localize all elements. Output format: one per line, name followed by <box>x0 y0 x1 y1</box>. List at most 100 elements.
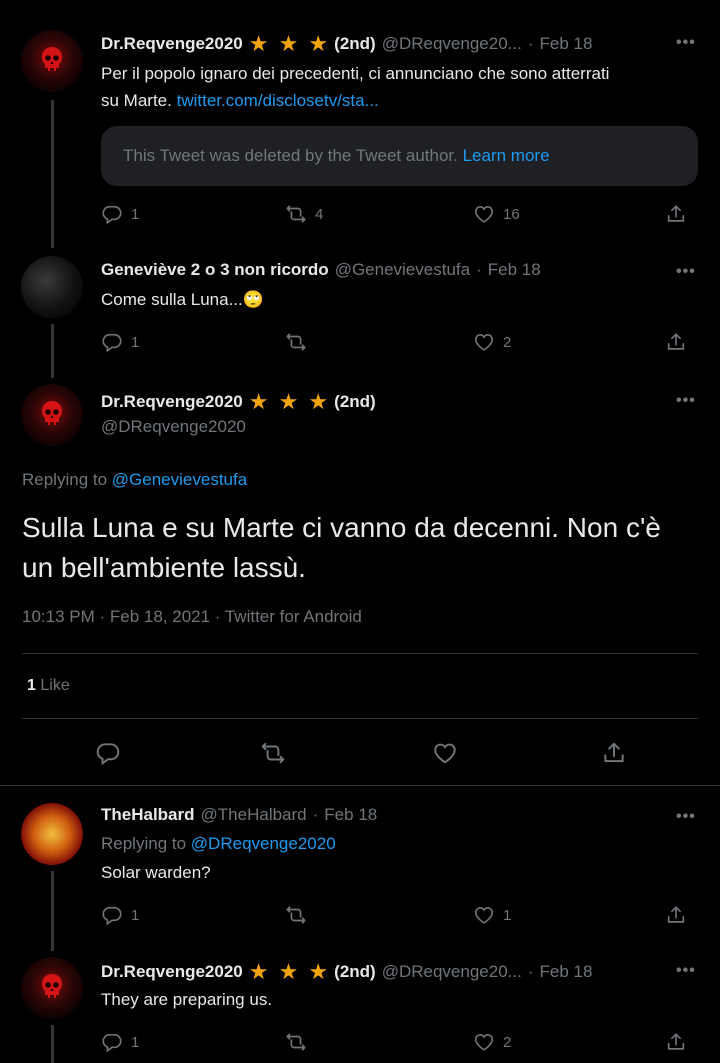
tweet-date[interactable]: Feb 18 <box>540 962 593 982</box>
divider <box>22 653 698 654</box>
retweet-icon <box>260 740 286 766</box>
replying-to-label: Replying to <box>101 834 187 853</box>
reply-icon <box>101 904 123 926</box>
avatar[interactable] <box>21 256 83 318</box>
separator-dot: · <box>312 805 319 824</box>
retweet-icon <box>285 203 307 225</box>
reply-button[interactable] <box>95 740 121 766</box>
like-button[interactable]: 2 <box>473 1031 511 1053</box>
main-tweet-header: Dr.Reqvenge2020 ★ ★ ★ (2nd) <box>101 389 376 415</box>
tweet-date[interactable]: Feb 18 <box>488 260 541 280</box>
author-name[interactable]: Dr.Reqvenge2020 <box>101 34 243 54</box>
divider <box>0 785 720 786</box>
share-icon <box>665 904 687 926</box>
author-handle[interactable]: @DReqvenge20... <box>382 962 522 982</box>
more-options-icon[interactable]: ••• <box>676 392 696 410</box>
replying-to-handle[interactable]: @DReqvenge2020 <box>191 834 336 853</box>
reply-button[interactable]: 1 <box>101 331 139 353</box>
share-button[interactable] <box>601 740 627 766</box>
avatar[interactable] <box>21 30 83 92</box>
share-icon <box>665 331 687 353</box>
author-handle[interactable]: @Genevievestufa <box>335 260 470 280</box>
skull-avatar-icon <box>40 400 64 428</box>
thread-line <box>51 1025 54 1063</box>
more-options-icon[interactable]: ••• <box>676 263 696 281</box>
retweet-count: 4 <box>315 205 324 223</box>
thread-line <box>51 324 54 378</box>
author-name[interactable]: Dr.Reqvenge2020 <box>101 392 243 412</box>
replying-to: Replying to @Genevievestufa <box>22 470 247 490</box>
tweet-actions: 1 4 16 <box>101 202 701 226</box>
retweet-button[interactable] <box>285 1031 307 1053</box>
thread-line <box>51 871 54 951</box>
reply-icon <box>95 740 121 766</box>
like-button[interactable]: 1 <box>473 904 511 926</box>
share-button[interactable] <box>665 904 687 926</box>
separator-dot: · <box>527 962 534 981</box>
more-options-icon[interactable]: ••• <box>676 808 696 826</box>
author-handle[interactable]: @DReqvenge20... <box>382 34 522 54</box>
author-name[interactable]: TheHalbard <box>101 805 195 825</box>
deleted-notice: This Tweet was deleted by the Tweet auth… <box>123 146 458 165</box>
thread-line <box>51 100 54 248</box>
main-tweet-text: Sulla Luna e su Marte ci vanno da decenn… <box>22 512 661 583</box>
more-options-icon[interactable]: ••• <box>676 962 696 980</box>
reply-button[interactable]: 1 <box>101 1031 139 1053</box>
reply-icon <box>101 331 123 353</box>
share-button[interactable] <box>665 203 687 225</box>
share-button[interactable] <box>665 1031 687 1053</box>
reply-button[interactable]: 1 <box>101 904 139 926</box>
like-button[interactable]: 2 <box>473 331 511 353</box>
tweet-actions: 1 1 <box>101 903 701 927</box>
tweet-link[interactable]: twitter.com/disclosetv/sta... <box>177 91 379 110</box>
like-button[interactable]: 16 <box>473 203 520 225</box>
share-button[interactable] <box>665 331 687 353</box>
author-handle[interactable]: @DReqvenge2020 <box>101 417 246 437</box>
likes-count: 1 <box>27 677 36 694</box>
author-name[interactable]: Geneviève 2 o 3 non ricordo <box>101 260 329 280</box>
tweet-header: Dr.Reqvenge2020 ★ ★ ★ (2nd) @DReqvenge20… <box>101 959 592 985</box>
skull-avatar-icon <box>40 46 64 74</box>
avatar[interactable] <box>21 957 83 1019</box>
like-icon <box>473 331 495 353</box>
tweet-actions: 1 2 <box>101 1030 701 1054</box>
tweet-header: TheHalbard @TheHalbard · Feb 18 <box>101 805 377 825</box>
author-handle[interactable]: @TheHalbard <box>201 805 307 825</box>
separator-dot: · <box>527 34 534 53</box>
likes-summary[interactable]: 1 Like <box>27 677 70 695</box>
replying-to-label: Replying to <box>22 470 108 489</box>
reply-button[interactable]: 1 <box>101 203 139 225</box>
tweet-date[interactable]: Feb 18 <box>540 34 593 54</box>
tweet-text-fragment: su Marte. <box>101 91 172 110</box>
like-icon <box>473 904 495 926</box>
share-icon <box>665 1031 687 1053</box>
reply-count: 1 <box>131 1033 140 1051</box>
like-count: 16 <box>503 205 520 223</box>
more-options-icon[interactable]: ••• <box>676 34 696 52</box>
replying-to-handle[interactable]: @Genevievestufa <box>112 470 247 489</box>
likes-label: Like <box>40 677 70 694</box>
retweet-button[interactable] <box>285 331 307 353</box>
retweet-button[interactable]: 4 <box>285 203 323 225</box>
retweet-button[interactable] <box>260 740 286 766</box>
tweet-text-line: su Marte. twitter.com/disclosetv/sta... <box>101 87 701 114</box>
tweet-actions: 1 2 <box>101 330 701 354</box>
retweet-icon <box>285 1031 307 1053</box>
retweet-button[interactable] <box>285 904 307 926</box>
tweet-text: Solar warden? <box>101 863 211 882</box>
avatar[interactable] <box>21 384 83 446</box>
separator-dot: · <box>476 260 482 279</box>
tweet-date[interactable]: Feb 18 <box>324 805 377 825</box>
deleted-quote-card: This Tweet was deleted by the Tweet auth… <box>101 126 698 186</box>
stars-icon: ★ ★ ★ <box>248 389 331 414</box>
like-count: 1 <box>503 906 512 924</box>
learn-more-link[interactable]: Learn more <box>463 146 550 166</box>
badge: (2nd) <box>334 34 376 53</box>
tweet-text: They are preparing us. <box>101 990 273 1009</box>
stars-icon: ★ ★ ★ <box>248 959 331 984</box>
like-button[interactable] <box>432 740 458 766</box>
share-icon <box>601 740 627 766</box>
avatar[interactable] <box>21 803 83 865</box>
tweet-text: Come sulla Luna...🙄 <box>101 286 264 313</box>
author-name[interactable]: Dr.Reqvenge2020 <box>101 962 243 982</box>
